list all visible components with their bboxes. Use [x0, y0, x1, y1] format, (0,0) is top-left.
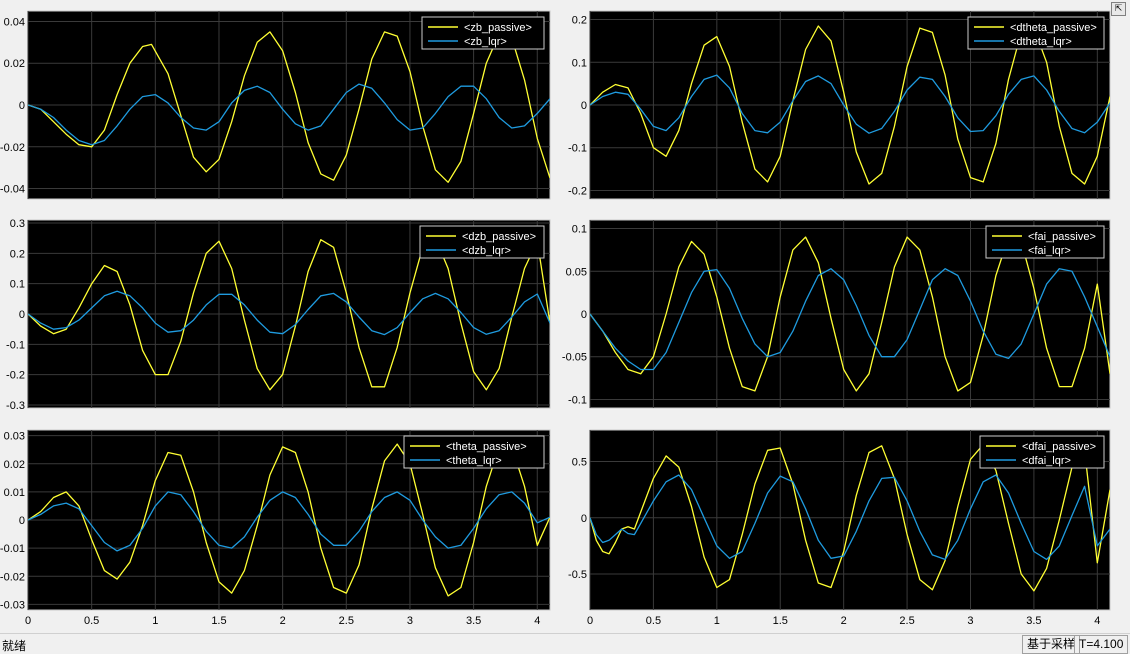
- legend-entry: <zb_passive>: [464, 22, 532, 34]
- y-tick-label: 0.3: [10, 218, 25, 230]
- legend-entry: <dfai_passive>: [1022, 441, 1096, 453]
- status-text: 就绪: [2, 639, 27, 653]
- legend: <zb_passive> <zb_lqr>: [421, 16, 545, 50]
- legend-entry: <dzb_passive>: [462, 231, 536, 243]
- y-tick-label: -0.02: [0, 142, 25, 154]
- x-tick-label: 1.5: [773, 615, 788, 627]
- y-tick-label: 0.01: [4, 487, 25, 499]
- legend-entry: <dzb_lqr>: [462, 245, 511, 257]
- x-tick-label: 4: [534, 615, 540, 627]
- status-bar: 就绪 基于采样 T=4.100: [0, 633, 1130, 654]
- y-tick-label: 0: [19, 309, 25, 321]
- undock-button[interactable]: ⇱: [1111, 2, 1126, 16]
- y-tick-label: 0.04: [4, 16, 25, 28]
- y-tick-label: 0.02: [4, 58, 25, 70]
- scope-axes-1: -0.04 -0.02 0 0.02 0.04 <zb_passive> <zb_lqr>: [0, 10, 551, 200]
- y-tick-label: 0: [581, 513, 587, 525]
- y-tick-label: 0.1: [572, 57, 587, 69]
- y-tick-label: -0.1: [6, 339, 25, 351]
- scope-axes-2: -0.2 -0.1 0 0.1 0.2 <dtheta_passive> <dtheta_l…: [568, 10, 1111, 200]
- y-tick-label: 0: [581, 100, 587, 112]
- legend-entry: <dtheta_lqr>: [1010, 36, 1072, 48]
- y-tick-label: -0.01: [0, 543, 25, 555]
- y-tick-label: -0.2: [568, 185, 587, 197]
- y-tick-label: 0.2: [572, 15, 587, 27]
- y-tick-label: -0.5: [568, 569, 587, 581]
- x-tick-label: 1: [714, 615, 720, 627]
- y-tick-label: -0.05: [562, 352, 587, 364]
- x-tick-label: 4: [1094, 615, 1100, 627]
- x-tick-label: 2.5: [899, 615, 914, 627]
- y-tick-label: 0.05: [566, 266, 587, 278]
- y-tick-label: 0.5: [572, 457, 587, 469]
- legend: <dfai_passive> <dfai_lqr>: [979, 435, 1105, 469]
- x-tick-label: 3.5: [1026, 615, 1041, 627]
- legend-entry: <dfai_lqr>: [1022, 455, 1071, 467]
- legend: <fai_passive> <fai_lqr>: [985, 225, 1105, 259]
- x-tick-label: 1: [152, 615, 158, 627]
- time-readout: T=4.100: [1074, 635, 1129, 654]
- y-tick-label: -0.04: [0, 184, 25, 196]
- scope-figure: -0.04-0.0200.020.04 <zb_passive><zb_lqr>-…: [0, 10, 1111, 627]
- legend: <dzb_passive> <dzb_lqr>: [419, 225, 545, 259]
- legend-entry: <dtheta_passive>: [1010, 22, 1097, 34]
- x-tick-label: 3.5: [466, 615, 481, 627]
- legend-entry: <zb_lqr>: [464, 36, 507, 48]
- y-tick-label: 0.1: [10, 279, 25, 291]
- y-tick-label: 0.03: [4, 431, 25, 443]
- y-tick-label: -0.02: [0, 571, 25, 583]
- y-tick-label: -0.1: [568, 394, 587, 406]
- legend: <dtheta_passive> <dtheta_lqr>: [967, 16, 1105, 50]
- x-tick-label: 0.5: [84, 615, 99, 627]
- x-tick-label: 2.5: [339, 615, 354, 627]
- x-tick-label: 0.5: [646, 615, 661, 627]
- y-tick-label: 0.1: [572, 224, 587, 236]
- sample-mode-indicator: 基于采样: [1022, 635, 1081, 654]
- y-tick-label: -0.1: [568, 143, 587, 155]
- x-tick-label: 3: [967, 615, 973, 627]
- x-tick-label: 1.5: [211, 615, 226, 627]
- legend-entry: <theta_passive>: [446, 441, 527, 453]
- y-tick-label: -0.03: [0, 599, 25, 611]
- legend: <theta_passive> <theta_lqr>: [403, 435, 545, 469]
- y-tick-label: 0.02: [4, 459, 25, 471]
- y-tick-label: -0.3: [6, 400, 25, 412]
- y-tick-label: 0: [19, 515, 25, 527]
- scope-axes-6: -0.500.50 0.5 1 1.5 2 2.5 3 3.5 4<dfai_passive><…: [568, 429, 1111, 627]
- x-tick-label: 0: [587, 615, 593, 627]
- y-tick-label: 0: [19, 100, 25, 112]
- x-tick-label: 2: [280, 615, 286, 627]
- legend-entry: <fai_lqr>: [1028, 245, 1071, 257]
- y-tick-label: 0.2: [10, 248, 25, 260]
- scope-axes-3: -0.3-0.2-0.100.10.20.3<dzb_passive><dzb_…: [6, 218, 551, 412]
- x-tick-label: 2: [841, 615, 847, 627]
- scope-axes-4: -0.1 -0.05 0 0.05 0.1 <fai_passive> <fai_lqr>: [562, 219, 1111, 409]
- x-tick-label: 0: [25, 615, 31, 627]
- legend-entry: <fai_passive>: [1028, 231, 1096, 243]
- y-tick-label: -0.2: [6, 370, 25, 382]
- x-tick-label: 3: [407, 615, 413, 627]
- scope-axes-5: -0.03 -0.02 -0.01 0 0.01 0.02 0.03 0 0.5 1 1.5 2 2.5…: [0, 429, 551, 627]
- legend-entry: <theta_lqr>: [446, 455, 502, 467]
- y-tick-label: 0: [581, 309, 587, 321]
